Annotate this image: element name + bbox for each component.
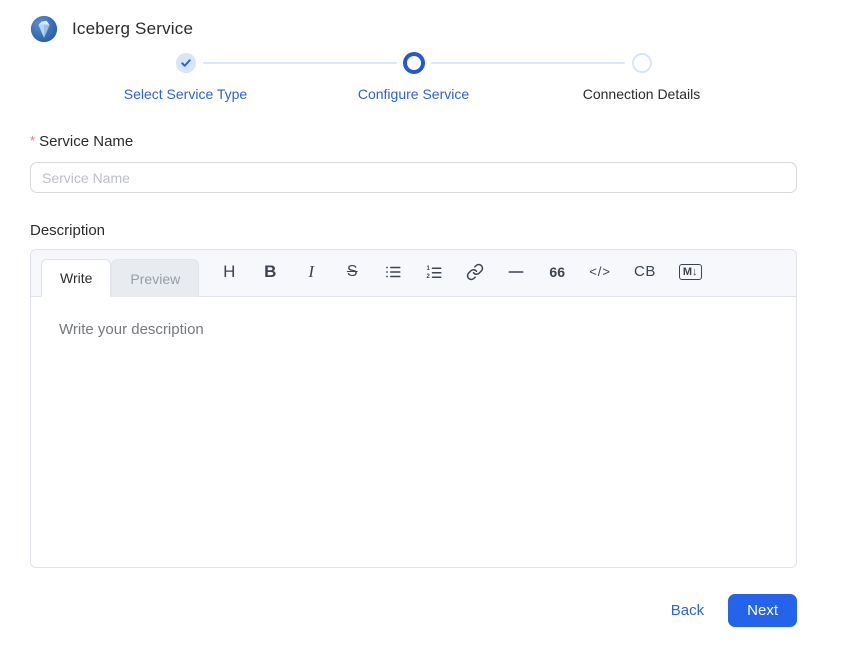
code-block-icon[interactable]: CB	[634, 260, 656, 284]
markdown-icon[interactable]: M↓	[679, 264, 702, 280]
footer-actions: Back Next	[30, 594, 797, 627]
ordered-list-icon[interactable]: 1 2	[425, 260, 443, 284]
back-button[interactable]: Back	[657, 596, 718, 625]
italic-icon[interactable]: I	[302, 260, 320, 284]
step-pending-circle-icon	[632, 53, 652, 73]
unordered-list-icon[interactable]	[384, 260, 402, 284]
tab-write[interactable]: Write	[41, 259, 111, 297]
step-connection-details[interactable]: Connection Details	[528, 52, 756, 102]
heading-icon[interactable]: H	[220, 260, 238, 284]
step-label: Select Service Type	[124, 86, 247, 102]
next-button[interactable]: Next	[728, 594, 797, 627]
step-label: Configure Service	[358, 86, 469, 102]
required-mark: *	[30, 133, 35, 148]
step-select-service-type[interactable]: Select Service Type	[72, 52, 300, 102]
step-configure-service[interactable]: Configure Service	[300, 52, 528, 102]
configure-service-page: Iceberg Service Select Service Type Conf…	[0, 0, 856, 627]
description-textarea[interactable]	[31, 297, 796, 567]
tab-preview[interactable]: Preview	[111, 259, 199, 297]
service-name-input[interactable]	[30, 162, 797, 193]
header: Iceberg Service	[30, 14, 797, 44]
step-completed-check-icon	[176, 53, 196, 73]
editor-toolbar: Write Preview H B I S 1	[31, 250, 796, 297]
service-name-label-row: * Service Name	[30, 133, 797, 150]
step-active-ring-icon	[403, 52, 425, 74]
description-editor: Write Preview H B I S 1	[30, 249, 797, 568]
stepper: Select Service Type Configure Service Co…	[72, 52, 756, 102]
page-title: Iceberg Service	[72, 19, 193, 39]
editor-body	[31, 297, 796, 567]
iceberg-logo-icon	[30, 15, 58, 43]
strikethrough-icon[interactable]: S	[343, 260, 361, 284]
svg-text:1: 1	[427, 265, 431, 271]
description-label: Description	[30, 222, 797, 239]
step-label: Connection Details	[583, 86, 701, 102]
link-icon[interactable]	[466, 260, 484, 284]
horizontal-rule-icon[interactable]	[507, 260, 525, 284]
bold-icon[interactable]: B	[261, 260, 279, 284]
svg-text:2: 2	[427, 274, 431, 280]
editor-toolbar-icons: H B I S 1 2	[220, 250, 701, 296]
editor-tabs: Write Preview	[41, 250, 199, 296]
service-name-label: Service Name	[39, 133, 133, 150]
inline-code-icon[interactable]: </>	[589, 260, 611, 284]
quote-icon[interactable]: 66	[548, 260, 566, 284]
